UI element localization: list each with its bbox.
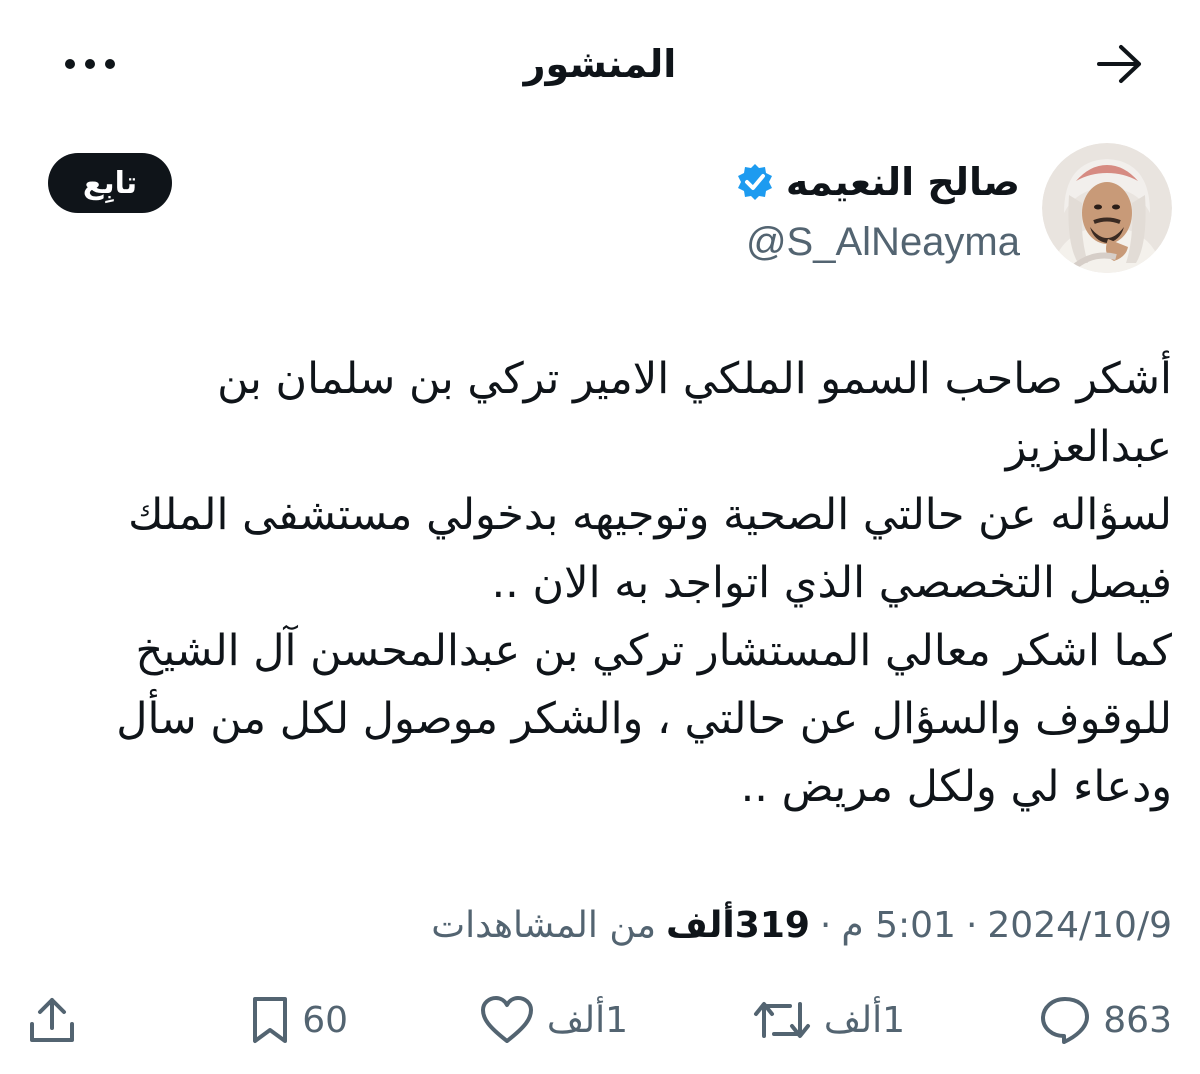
views-label: من المشاهدات [431,904,657,946]
tweet-meta: 2024/10/9 · 5:01 م · 319ألف من المشاهدات [28,895,1172,955]
reply-button[interactable]: 863 [1039,990,1172,1050]
top-bar: المنشور [0,0,1200,120]
like-button[interactable]: 1ألف [479,990,628,1050]
user-handle[interactable]: @S_AlNeayma [420,214,1020,270]
share-icon [30,998,74,1042]
author-info: صالح النعيمه @S_AlNeayma [420,150,1020,270]
tweet-text: أشكر صاحب السمو الملكي الامير تركي بن سل… [116,354,1172,812]
action-bar: 863 1ألف 1ألف 60 [0,980,1200,1060]
tweet-time[interactable]: 5:01 م [841,905,956,946]
back-button[interactable] [1092,36,1148,92]
arrow-right-icon [1097,45,1141,83]
verified-badge-icon[interactable] [734,161,776,203]
tweet-date[interactable]: 2024/10/9 [987,905,1172,946]
avatar[interactable] [1042,143,1172,273]
name-row: صالح النعيمه [420,150,1020,214]
heart-icon [480,996,533,1043]
repost-count: 1ألف [823,999,905,1041]
avatar-image [1042,143,1172,273]
reply-icon [1041,997,1090,1044]
repost-icon [753,1002,810,1038]
repost-button[interactable]: 1ألف [752,990,905,1050]
share-button[interactable] [26,990,78,1050]
bookmark-icon [253,997,288,1043]
display-name[interactable]: صالح النعيمه [786,160,1020,204]
follow-button[interactable]: تابِع [48,153,172,213]
meta-separator: · [965,904,978,946]
page-title: المنشور [523,42,677,86]
reply-count: 863 [1103,999,1172,1041]
bookmark-count: 60 [302,999,348,1041]
meta-separator: · [819,904,832,946]
bookmark-button[interactable]: 60 [250,990,348,1050]
views-count[interactable]: 319ألف [666,905,810,946]
like-count: 1ألف [546,999,628,1041]
